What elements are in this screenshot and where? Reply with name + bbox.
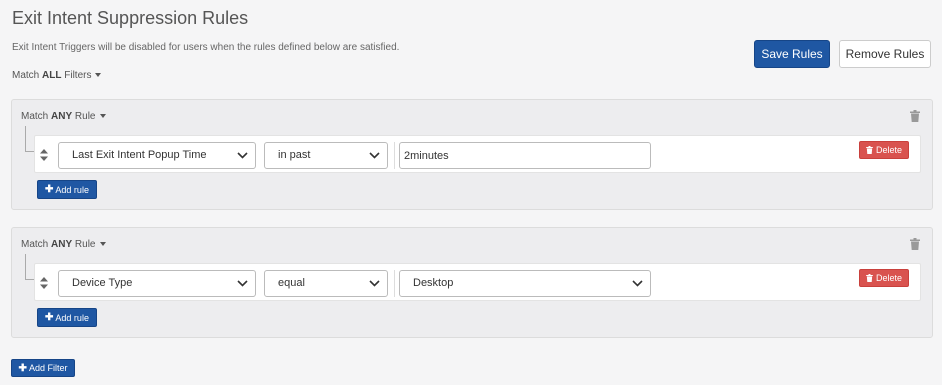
drag-handle-icon[interactable]	[39, 277, 49, 289]
match-any-suffix: Rule	[74, 111, 96, 122]
match-all-suffix: Filters	[64, 70, 92, 81]
add-filter-label: Add Filter	[28, 363, 68, 373]
add-rule-button[interactable]: ✚ Add rule	[37, 308, 97, 327]
match-any-prefix: Match	[21, 111, 49, 122]
delete-rule-label: Delete	[875, 273, 902, 283]
match-any-rule-dropdown[interactable]: Match ANY Rule	[21, 239, 106, 250]
chevron-down-icon	[632, 280, 643, 287]
rule-operator-value: equal	[278, 277, 305, 289]
add-filter-button[interactable]: ✚ Add Filter	[11, 359, 75, 377]
match-any-mode: ANY	[51, 111, 73, 122]
match-all-prefix: Match	[12, 70, 40, 81]
trash-icon	[866, 146, 873, 154]
match-any-mode: ANY	[51, 239, 73, 250]
rule-field-value: Device Type	[72, 277, 133, 289]
chevron-down-icon	[369, 152, 380, 159]
rule-field-value: Last Exit Intent Popup Time	[72, 149, 207, 161]
chevron-down-icon	[237, 280, 248, 287]
delete-rule-button[interactable]: Delete	[859, 269, 909, 287]
page-subtitle: Exit Intent Triggers will be disabled fo…	[12, 42, 400, 53]
rule-field-select[interactable]: Last Exit Intent Popup Time	[58, 142, 256, 169]
plus-icon: ✚	[18, 362, 27, 374]
drag-handle-icon[interactable]	[39, 149, 49, 161]
match-any-suffix: Rule	[74, 239, 96, 250]
trash-icon[interactable]	[910, 110, 920, 122]
match-any-prefix: Match	[21, 239, 49, 250]
add-rule-label: Add rule	[55, 184, 89, 195]
rule-value-input[interactable]	[399, 142, 651, 169]
rule-operator-select[interactable]: in past	[264, 142, 388, 169]
delete-rule-label: Delete	[875, 145, 902, 155]
caret-down-icon	[95, 73, 102, 78]
field-divider	[394, 142, 395, 169]
save-rules-button[interactable]: Save Rules	[754, 40, 830, 68]
plus-icon: ✚	[45, 312, 54, 323]
chevron-down-icon	[369, 280, 380, 287]
match-any-rule-dropdown[interactable]: Match ANY Rule	[21, 111, 106, 122]
match-all-mode: ALL	[42, 70, 62, 81]
rule-field-select[interactable]: Device Type	[58, 270, 256, 297]
caret-down-icon	[99, 114, 106, 119]
filter-group-1: Match ANY Rule Last Exit Intent Popup Ti…	[11, 99, 933, 210]
filter-group-2: Match ANY Rule Device Type equal Desktop	[11, 227, 933, 338]
rule-operator-value: in past	[278, 149, 311, 161]
delete-rule-button[interactable]: Delete	[859, 141, 909, 159]
chevron-down-icon	[237, 152, 248, 159]
match-all-filters-dropdown[interactable]: Match ALL Filters	[12, 70, 102, 81]
add-rule-label: Add rule	[55, 312, 89, 323]
add-rule-button[interactable]: ✚ Add rule	[37, 180, 97, 199]
rule-value-text: Desktop	[413, 277, 454, 289]
rule-operator-select[interactable]: equal	[264, 270, 388, 297]
plus-icon: ✚	[45, 184, 54, 195]
remove-rules-button[interactable]: Remove Rules	[839, 40, 931, 68]
rule-row: Last Exit Intent Popup Time in past Dele…	[34, 135, 921, 173]
trash-icon[interactable]	[910, 238, 920, 250]
caret-down-icon	[99, 242, 106, 247]
rule-value-select[interactable]: Desktop	[399, 270, 651, 297]
field-divider	[394, 270, 395, 297]
trash-icon	[866, 274, 873, 282]
rule-row: Device Type equal Desktop Delete	[34, 263, 921, 301]
page-title: Exit Intent Suppression Rules	[12, 8, 249, 28]
